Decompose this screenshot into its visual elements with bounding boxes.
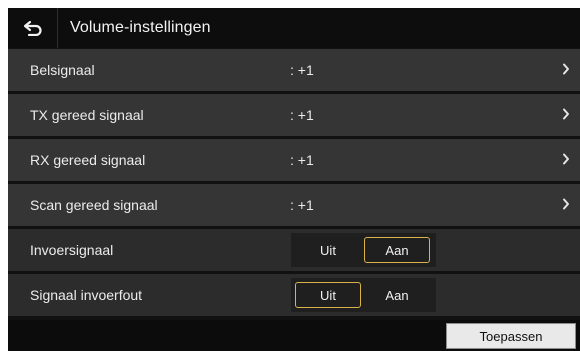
input-error-on-option[interactable]: Aan [364, 282, 430, 308]
chevron-right-icon [563, 198, 569, 210]
chevron-right-icon [563, 153, 569, 165]
apply-button[interactable]: Toepassen [446, 323, 576, 349]
setting-value: : +1 [290, 62, 314, 78]
setting-value: : +1 [290, 152, 314, 168]
input-error-signal-toggle: Uit Aan [291, 278, 436, 312]
back-button[interactable] [8, 8, 58, 48]
input-signal-toggle: Uit Aan [291, 233, 436, 267]
back-arrow-icon [23, 20, 42, 36]
footer-bar: Toepassen [8, 320, 580, 351]
setting-row-input-signal: Invoersignaal Uit Aan [8, 229, 580, 271]
chevron-right-icon [563, 108, 569, 120]
setting-label: Scan gereed signaal [30, 197, 158, 213]
chevron-right-icon [563, 63, 569, 75]
setting-value: : +1 [290, 197, 314, 213]
setting-label: Belsignaal [30, 62, 95, 78]
volume-settings-screen: Volume-instellingen Belsignaal : +1 TX g… [8, 8, 580, 351]
setting-row-rx-ready[interactable]: RX gereed signaal : +1 [8, 139, 580, 181]
setting-row-input-error-signal: Signaal invoerfout Uit Aan [8, 274, 580, 316]
setting-row-belsignaal[interactable]: Belsignaal : +1 [8, 49, 580, 91]
setting-label: Invoersignaal [30, 242, 114, 258]
setting-row-tx-ready[interactable]: TX gereed signaal : +1 [8, 94, 580, 136]
settings-list: Belsignaal : +1 TX gereed signaal : +1 R… [8, 49, 580, 319]
setting-label: TX gereed signaal [30, 107, 144, 123]
input-signal-on-option[interactable]: Aan [364, 237, 430, 263]
setting-value: : +1 [290, 107, 314, 123]
page-title: Volume-instellingen [70, 19, 211, 36]
input-error-off-option[interactable]: Uit [295, 282, 361, 308]
setting-label: Signaal invoerfout [30, 287, 143, 303]
header-bar: Volume-instellingen [8, 8, 580, 48]
setting-row-scan-ready[interactable]: Scan gereed signaal : +1 [8, 184, 580, 226]
setting-label: RX gereed signaal [30, 152, 146, 168]
input-signal-off-option[interactable]: Uit [295, 237, 361, 263]
